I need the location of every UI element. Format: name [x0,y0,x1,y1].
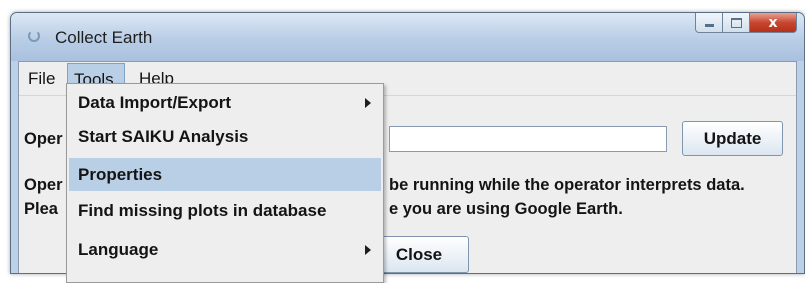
close-icon: x [768,14,778,31]
title-bar[interactable]: Collect Earth x [11,13,804,61]
info-text-line-2-start: Plea [24,200,58,218]
update-button[interactable]: Update [682,121,783,156]
minimize-icon [704,24,714,27]
info-text-line-2-end: e you are using Google Earth. [389,200,623,218]
close-window-button[interactable]: x [750,13,797,33]
info-text-line-1-start: Oper [24,176,63,194]
maximize-icon [730,17,742,28]
minimize-button[interactable] [695,13,723,33]
menu-item-label: Data Import/Export [78,93,232,112]
window-controls: x [695,13,797,33]
window-title: Collect Earth [55,28,153,47]
collect-earth-app-icon [28,30,40,42]
menu-item-find-missing-plots[interactable]: Find missing plots in database [69,194,381,227]
operator-label: Oper [24,130,63,148]
submenu-arrow-icon [365,245,371,255]
operator-name-input[interactable] [389,126,667,152]
menu-file[interactable]: File [22,63,61,94]
menu-item-start-saiku-analysis[interactable]: Start SAIKU Analysis [69,120,381,153]
maximize-button[interactable] [723,13,750,33]
menu-item-label: Find missing plots in database [78,201,327,220]
close-button[interactable]: Close [369,236,469,273]
menu-item-label: Properties [78,165,163,184]
menu-item-label: Language [78,240,159,259]
menu-item-properties[interactable]: Properties [69,158,381,191]
info-text-line-1-end: be running while the operator interprets… [389,176,745,194]
tools-dropdown-menu: Data Import/Export Start SAIKU Analysis … [66,83,384,283]
menu-item-label: Start SAIKU Analysis [78,127,249,146]
menu-item-language[interactable]: Language [69,233,381,266]
menu-item-data-import-export[interactable]: Data Import/Export [69,86,381,119]
submenu-arrow-icon [365,98,371,108]
